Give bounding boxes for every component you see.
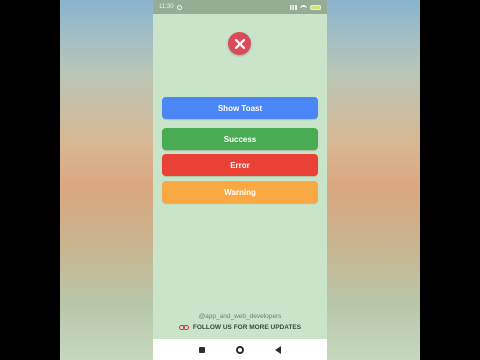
close-button[interactable] bbox=[228, 32, 251, 55]
blurred-background-left bbox=[0, 0, 153, 360]
show-toast-label: Show Toast bbox=[217, 103, 263, 113]
nav-recents-icon[interactable] bbox=[198, 346, 205, 353]
success-button[interactable]: Success bbox=[162, 128, 318, 150]
blurred-background-right bbox=[327, 0, 480, 360]
battery-icon bbox=[310, 4, 321, 10]
status-bar: 11:30 bbox=[153, 0, 327, 14]
link-icon bbox=[178, 324, 189, 331]
phone-screen: 11:30 Show Toast Success Error Warning @… bbox=[153, 0, 327, 360]
follow-banner: FOLLOW US FOR MORE UPDATES bbox=[153, 324, 327, 331]
error-button[interactable]: Error bbox=[162, 154, 318, 176]
close-icon bbox=[234, 38, 245, 49]
status-time: 11:30 bbox=[159, 4, 174, 10]
error-label: Error bbox=[230, 160, 250, 170]
follow-text: FOLLOW US FOR MORE UPDATES bbox=[192, 324, 302, 331]
success-label: Success bbox=[223, 134, 257, 144]
warning-label: Warning bbox=[224, 187, 256, 197]
nav-home-icon[interactable] bbox=[235, 345, 244, 354]
warning-button[interactable]: Warning bbox=[162, 181, 318, 203]
wifi-icon bbox=[300, 4, 307, 10]
notification-icon bbox=[176, 4, 182, 10]
signal-icon bbox=[290, 4, 297, 10]
nav-back-icon[interactable] bbox=[275, 345, 282, 354]
video-frame: 11:30 Show Toast Success Error Warning @… bbox=[0, 0, 480, 360]
developer-handle: @app_and_web_developers bbox=[198, 313, 282, 320]
show-toast-button[interactable]: Show Toast bbox=[162, 97, 318, 119]
navigation-bar bbox=[153, 339, 327, 360]
